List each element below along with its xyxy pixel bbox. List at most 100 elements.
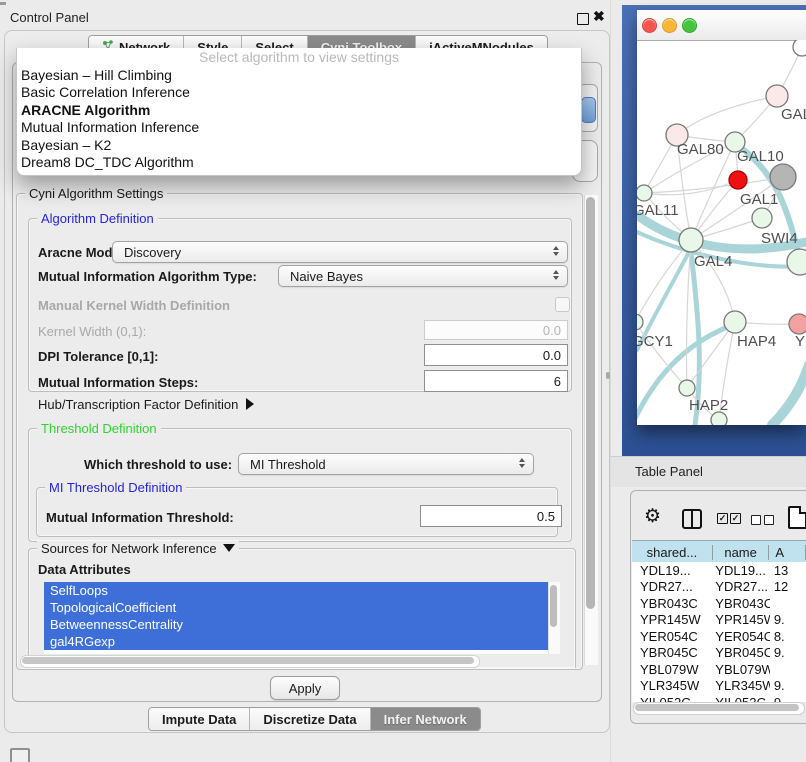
column-header[interactable]: shared...: [632, 545, 713, 560]
dpi-tolerance-field[interactable]: 0.0: [424, 344, 568, 366]
mi-type-value: Naive Bayes: [290, 269, 363, 284]
which-threshold-label: Which threshold to use:: [84, 457, 232, 472]
screen: Control Panel ✖ NetworkStyleSelectCyni T…: [0, 0, 806, 762]
attribute-item-selfloops[interactable]: SelfLoops: [44, 582, 548, 599]
menu-item-bayesian-k2[interactable]: Bayesian – K2: [17, 137, 581, 154]
table-row[interactable]: YER054CYER054C8.: [632, 628, 806, 645]
table-row[interactable]: YLR345WYLR345W9.: [632, 678, 806, 695]
table-cell: YBL079W: [713, 662, 770, 677]
hub-definition-expander[interactable]: Hub/Transcription Factor Definition: [38, 397, 254, 412]
dpi-tolerance-label: DPI Tolerance [0,1]:: [38, 349, 158, 364]
column-header[interactable]: name: [713, 545, 770, 560]
settings-scrollbar-thumb[interactable]: [586, 197, 595, 609]
group-title: Threshold Definition: [37, 421, 161, 436]
select-all-checks-icon[interactable]: ✓✓: [717, 513, 741, 524]
aracne-mode-value: Discovery: [124, 245, 181, 260]
column-header[interactable]: A: [769, 545, 806, 560]
mi-threshold-field[interactable]: 0.5: [420, 505, 562, 527]
mi-steps-field[interactable]: 6: [424, 370, 568, 392]
network-node-gcy1[interactable]: [637, 314, 643, 330]
divider-handle[interactable]: [606, 372, 610, 379]
network-window-titlebar[interactable]: [637, 10, 806, 41]
network-node-gal[interactable]: [766, 85, 788, 107]
table-cell: 12: [770, 579, 806, 594]
table-cell: 13: [770, 563, 806, 578]
which-threshold-select[interactable]: MI Threshold: [238, 453, 534, 475]
group-title: Cyni Algorithm Settings: [25, 186, 167, 201]
close-traffic-light-icon[interactable]: [642, 18, 657, 33]
network-node-gal1[interactable]: [752, 208, 772, 228]
network-node[interactable]: [770, 164, 796, 190]
manual-kernel-label: Manual Kernel Width Definition: [38, 298, 230, 313]
network-node[interactable]: [729, 171, 747, 189]
network-node-swi4[interactable]: [787, 249, 806, 275]
combo-arrow-button-fragment: [581, 97, 596, 123]
menu-item-aracne-algorithm[interactable]: ARACNE Algorithm: [17, 102, 581, 119]
clipped-ui-fragment: [0, 2, 6, 5]
which-threshold-value: MI Threshold: [250, 457, 326, 472]
tab-label: Infer Network: [384, 712, 467, 727]
sources-title-label: Sources for Network Inference: [41, 541, 217, 556]
mi-algorithm-type-select[interactable]: Naive Bayes: [278, 265, 568, 287]
manual-kernel-checkbox[interactable]: [555, 297, 570, 312]
tab-infer-network[interactable]: Infer Network: [371, 708, 480, 730]
minimize-traffic-light-icon[interactable]: [662, 18, 677, 33]
network-node[interactable]: [793, 40, 806, 56]
node-label: GAL10: [737, 148, 784, 165]
table-hscrollbar-thumb[interactable]: [635, 704, 799, 711]
network-node-hap4[interactable]: [724, 311, 746, 333]
table-panel-title: Table Panel: [635, 464, 703, 479]
new-table-icon[interactable]: [788, 506, 806, 529]
network-node-y[interactable]: [789, 314, 806, 334]
network-node-gal11[interactable]: [637, 185, 652, 201]
aracne-mode-select[interactable]: Discovery: [112, 241, 568, 263]
table-cell: YER054C: [713, 629, 770, 644]
table-row[interactable]: YBR045CYBR045C9.: [632, 645, 806, 662]
menu-item-basic-correlation-inference[interactable]: Basic Correlation Inference: [17, 84, 581, 101]
data-attributes-list: SelfLoopsTopologicalCoefficientBetweenne…: [44, 582, 548, 654]
gear-icon[interactable]: ⚙: [644, 505, 661, 528]
table-row[interactable]: YBR043CYBR043C: [632, 595, 806, 612]
table-header-row[interactable]: shared...nameA: [632, 540, 806, 564]
node-label: GAL80: [677, 141, 724, 158]
attribute-item-gal4rgexp[interactable]: gal4RGexp: [44, 633, 548, 650]
close-icon[interactable]: ✖: [593, 8, 605, 25]
node-label: GAL: [781, 106, 806, 123]
table-row[interactable]: YPR145WYPR145W9.: [632, 612, 806, 629]
tab-label: Discretize Data: [263, 712, 356, 727]
node-label: GAL4: [694, 253, 732, 270]
table-cell: YDR27...: [713, 579, 770, 594]
collapsed-panel-icon[interactable]: [10, 748, 30, 762]
node-label: HAP2: [689, 397, 728, 414]
deselect-all-checks-icon[interactable]: [751, 515, 774, 525]
table-row[interactable]: YDL19...YDL19...13: [632, 562, 806, 579]
panel-divider[interactable]: [610, 0, 611, 762]
network-node-gal4[interactable]: [679, 228, 703, 252]
float-window-icon[interactable]: [577, 13, 589, 25]
table-row[interactable]: YDR27...YDR27...12: [632, 579, 806, 596]
menu-item-bayesian-hill-climbing[interactable]: Bayesian – Hill Climbing: [17, 67, 581, 84]
columns-icon[interactable]: [682, 509, 702, 529]
kernel-width-field: 0.0: [424, 320, 568, 340]
table-cell: YIL052C: [713, 695, 770, 702]
zoom-traffic-light-icon[interactable]: [682, 18, 697, 33]
tab-impute-data[interactable]: Impute Data: [149, 708, 250, 730]
apply-button[interactable]: Apply: [270, 676, 340, 700]
attribute-item-betweennesscentrality[interactable]: BetweennessCentrality: [44, 616, 548, 633]
table-row[interactable]: YIL052CYIL052C9: [632, 694, 806, 702]
attribute-item-topologicalcoefficient[interactable]: TopologicalCoefficient: [44, 599, 548, 616]
menu-item-dream8-dc-tdc-algorithm[interactable]: Dream8 DC_TDC Algorithm: [17, 154, 581, 171]
menu-item-mutual-information-inference[interactable]: Mutual Information Inference: [17, 119, 581, 136]
network-node-hap2[interactable]: [679, 380, 695, 396]
sources-hscrollbar-thumb[interactable]: [22, 657, 474, 664]
table-row[interactable]: YBL079WYBL079W: [632, 661, 806, 678]
table-cell: YBR043C: [632, 596, 713, 611]
list-scrollbar-thumb[interactable]: [550, 585, 557, 627]
algorithm-menu: Bayesian – Hill ClimbingBasic Correlatio…: [17, 67, 581, 171]
tab-discretize-data[interactable]: Discretize Data: [250, 708, 370, 730]
algorithm-dropdown-popup: Select algorithm to view settings Bayesi…: [16, 48, 582, 176]
expander-right-icon: [246, 398, 254, 410]
sources-group-title[interactable]: Sources for Network Inference: [37, 541, 239, 556]
network-node[interactable]: [711, 412, 727, 425]
network-canvas[interactable]: GALGAL80GAL10GAL1GAL11SWI4GAL4GCY1HAP4YH…: [637, 40, 806, 425]
